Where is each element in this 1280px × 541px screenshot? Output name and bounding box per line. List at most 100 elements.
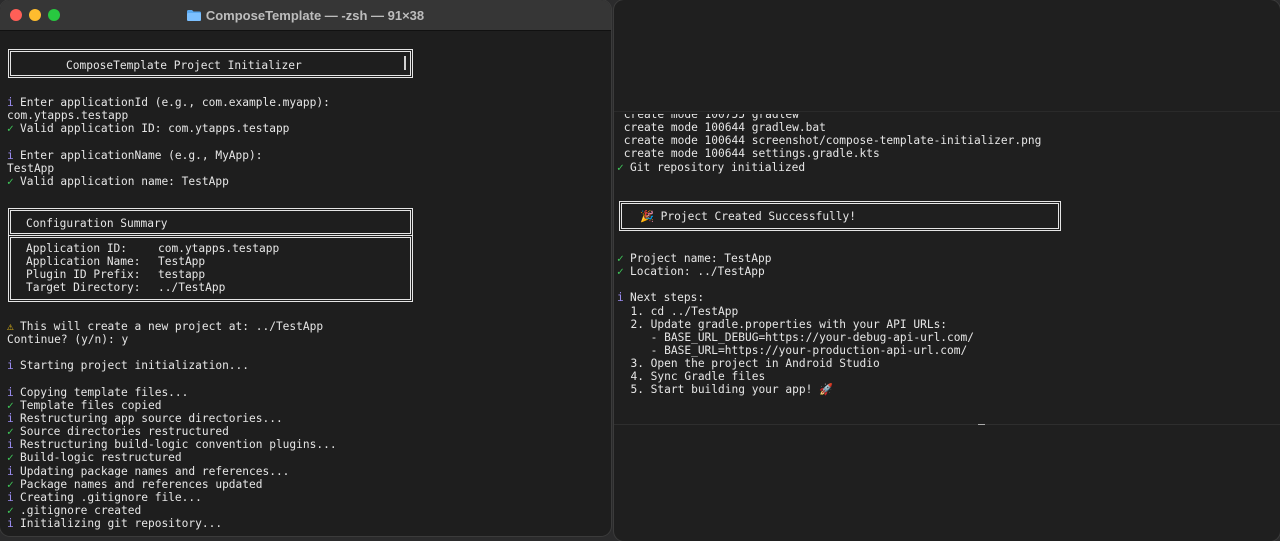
summary-row: Plugin ID Prefix: testapp [26,268,279,281]
terminal-line: i Enter applicationId (e.g., com.example.… [7,96,330,109]
info-icon: i [7,96,14,109]
checkmark-icon: ✓ [7,122,14,136]
checkmark-icon: ✓ [7,451,14,465]
terminal-line: create mode 100644 settings.gradle.kts [617,147,1041,160]
terminal-line-text: Valid application name: TestApp [20,174,229,188]
terminal-line-text: Source directories restructured [20,425,229,439]
terminal-line: ⚠ This will create a new project at: ../T… [7,320,337,333]
terminal-line: com.ytapps.testapp [7,109,330,122]
git-output: create mode 100755 gradlew create mode 1… [617,114,1042,174]
terminal-line: TestApp [7,162,330,175]
folder-icon [186,9,201,21]
terminal-line: i Initializing git repository... [7,517,337,530]
terminal-line: i Restructuring app source directories... [7,412,337,425]
info-icon: i [7,464,14,478]
summary-value: TestApp [158,255,206,269]
scroll-indicator [978,424,985,425]
summary-key: Target Directory: [26,281,141,295]
terminal-line: i Updating package names and references..… [7,465,337,478]
summary-value: testapp [158,268,206,282]
terminal-line-text: create mode 100644 screenshot/compose-te… [617,134,1042,148]
terminal-line-text: Restructuring app source directories... [20,411,283,425]
checkmark-icon: ✓ [7,174,14,188]
checkmark-icon: ✓ [617,265,624,279]
terminal-line: ✓ Location: ../TestApp [617,265,974,278]
summary-key: Application ID: [26,242,128,255]
terminal-line: i Next steps: [617,291,974,304]
warning-icon: ⚠ [7,320,14,333]
summary-row: Application ID: com.ytapps.testapp [26,242,279,255]
terminal-line: i Enter applicationName (e.g., MyApp): [7,149,330,162]
window-title: ComposeTemplate — -zsh — 91×38 [205,7,425,23]
terminal-line: create mode 100644 gradlew.bat [617,121,1041,134]
terminal-line: i Starting project initialization... [7,359,337,372]
terminal-line-text: - BASE_URL_DEBUG=https://your-debug-api-… [617,330,974,344]
terminal-line: Continue? (y/n): y [7,333,337,346]
info-icon: i [7,411,14,425]
terminal-line: ✓ Source directories restructured [7,425,337,438]
info-icon: i [7,359,14,373]
terminal-line: ✓ Template files copied [7,399,337,412]
terminal-line: ✓ Package names and references updated [7,478,337,491]
terminal-line: 4. Sync Gradle files [617,370,974,383]
pane-divider-top [614,111,1280,112]
terminal-line-text: Restructuring build-logic convention plu… [20,438,337,452]
success-message: 🎉 Project Created Successfully! [640,210,856,223]
terminal-line: ✓ Project name: TestApp [617,252,974,265]
terminal-line: 2. Update gradle.properties with your AP… [617,318,974,331]
info-icon: i [617,291,624,305]
summary-key: Plugin ID Prefix: [26,268,141,282]
terminal-line-text: Starting project initialization... [20,359,250,373]
summary-value: com.ytapps.testapp [158,242,280,255]
terminal-line: ✓ Build-logic restructured [7,451,337,464]
terminal-line-text: - BASE_URL=https://your-production-api-u… [617,343,968,357]
configuration-summary-header: Configuration Summary [8,208,413,236]
terminal-output-prompts: i Enter applicationId (e.g., com.example.… [7,96,330,188]
initializer-header-text: ComposeTemplate Project Initializer [66,59,302,72]
terminal-line-text: This will create a new project at: ../Te… [20,320,324,333]
info-icon: i [7,148,14,162]
terminal-line-text: Initializing git repository... [20,517,223,531]
text-cursor [404,56,406,70]
terminal-line-text: Location: ../TestApp [630,265,765,279]
summary-key: Application Name: [26,255,141,269]
window-titlebar[interactable]: ComposeTemplate — -zsh — 91×38 [0,0,611,31]
terminal-line: i Copying template files... [7,386,337,399]
configuration-summary-title: Configuration Summary [26,217,168,230]
terminal-line-text: Build-logic restructured [20,451,182,465]
configuration-summary-body: Application ID: com.ytapps.testapp Applica… [8,235,413,302]
summary-row: Target Directory: ../TestApp [26,281,279,294]
terminal-line-text: Continue? (y/n): y [7,333,129,347]
terminal-line-text: Enter applicationName (e.g., MyApp): [20,148,263,162]
terminal-line-text: Template files copied [20,398,162,412]
checkmark-icon: ✓ [7,398,14,412]
terminal-line: create mode 100644 screenshot/compose-te… [617,134,1042,148]
terminal-line: 1. cd ../TestApp [617,305,974,318]
terminal-line: ✓ .gitignore created [7,504,337,517]
info-icon: i [7,517,14,531]
terminal-line-text: Copying template files... [20,385,189,399]
next-steps-output: ✓ Project name: TestApp ✓ Location: ../Test… [617,252,974,397]
terminal-line: ✓ Git repository initialized [617,161,1041,174]
terminal-line-text: Creating .gitignore file... [20,490,202,504]
checkmark-icon: ✓ [617,160,624,174]
terminal-line: ✓ Valid application name: TestApp [7,175,330,188]
checkmark-icon: ✓ [7,477,14,491]
terminal-line: i Creating .gitignore file... [7,491,337,504]
terminal-line-text: com.ytapps.testapp [7,109,129,123]
terminal-line-text: Enter applicationId (e.g., com.example.m… [20,96,330,109]
terminal-line-text: create mode 100644 gradlew.bat [617,121,826,135]
terminal-line-text: 3. Open the project in Android Studio [617,357,880,371]
checkmark-icon: ✓ [7,503,14,517]
success-box: 🎉 Project Created Successfully! [619,201,1061,231]
terminal-line-text: Package names and references updated [20,477,263,491]
pane-divider-bottom [614,424,1280,425]
terminal-line-text: create mode 100644 settings.gradle.kts [617,147,880,161]
terminal-line: - BASE_URL_DEBUG=https://your-debug-api-… [617,331,974,344]
terminal-line-text: .gitignore created [20,503,142,517]
info-icon: i [7,385,14,399]
